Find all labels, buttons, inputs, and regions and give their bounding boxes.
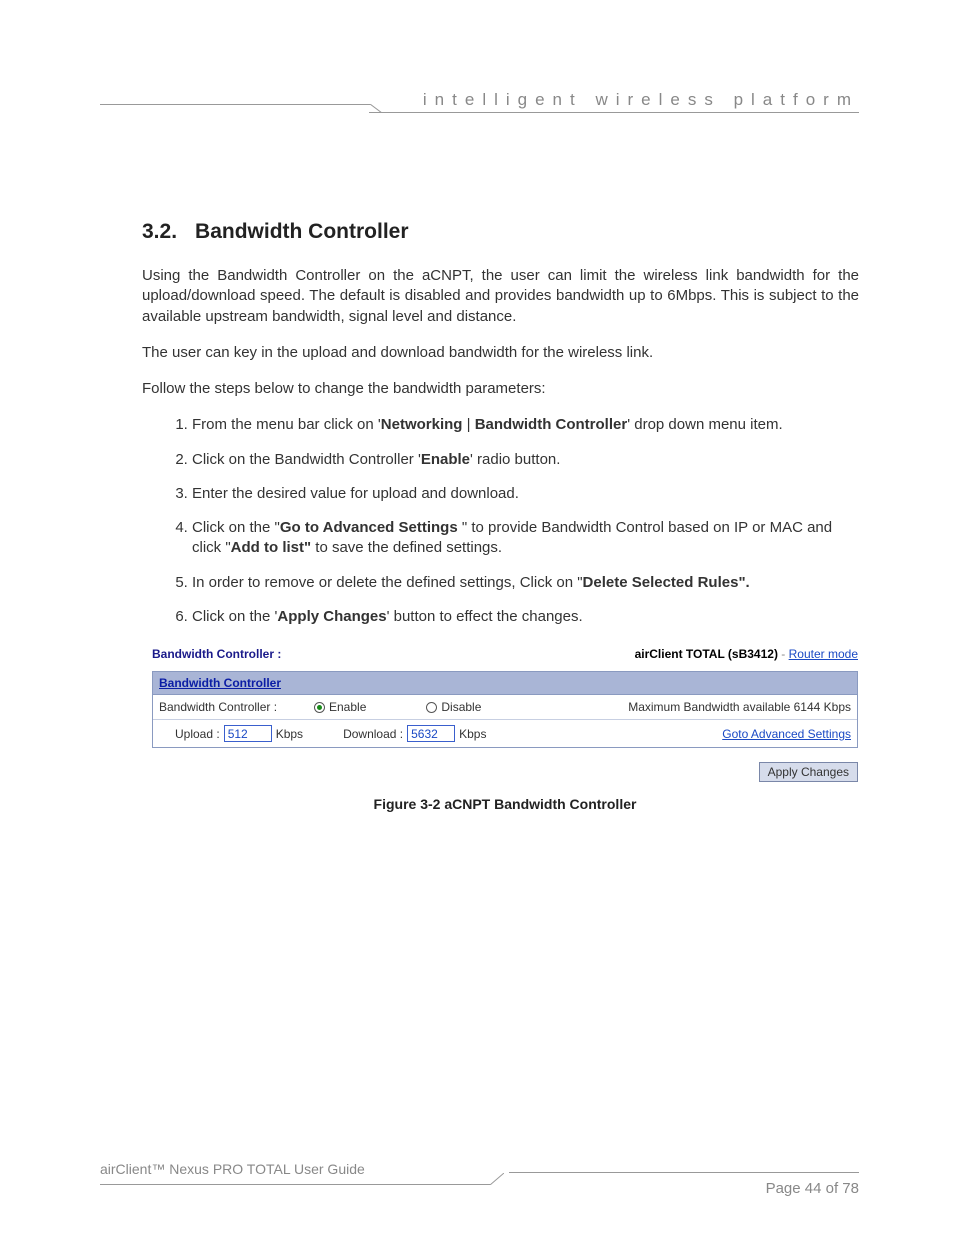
- footer-rule-left: [100, 1184, 490, 1185]
- upload-units: Kbps: [276, 727, 303, 741]
- steps-list: From the menu bar click on 'Networking |…: [192, 415, 859, 627]
- bandwidth-panel: Bandwidth Controller Bandwidth Controlle…: [152, 671, 858, 748]
- figure-device-info: airClient TOTAL (sB3412) - Router mode: [635, 647, 858, 661]
- page-footer: airClient™ Nexus PRO TOTAL User Guide Pa…: [100, 1161, 859, 1177]
- section-number: 3.2.: [142, 220, 177, 243]
- footer-guide-title: airClient™ Nexus PRO TOTAL User Guide: [100, 1161, 365, 1177]
- figure-top-bar: Bandwidth Controller : airClient TOTAL (…: [152, 647, 858, 661]
- radio-unselected-icon: [426, 702, 437, 713]
- figure-screenshot: Bandwidth Controller : airClient TOTAL (…: [152, 647, 858, 812]
- figure-caption: Figure 3-2 aCNPT Bandwidth Controller: [152, 796, 858, 812]
- enable-option[interactable]: Enable: [314, 700, 366, 714]
- advanced-settings-link[interactable]: Goto Advanced Settings: [722, 727, 851, 741]
- panel-heading: Bandwidth Controller: [153, 672, 857, 695]
- page-number: Page 44 of 78: [766, 1180, 859, 1197]
- section-title-text: Bandwidth Controller: [195, 220, 409, 243]
- upload-input[interactable]: 512: [224, 725, 272, 742]
- radio-selected-icon: [314, 702, 325, 713]
- controller-toggle-row: Bandwidth Controller : Enable Disable Ma…: [153, 695, 857, 720]
- separator-dash: -: [778, 647, 789, 661]
- router-mode-link[interactable]: Router mode: [789, 647, 858, 661]
- bandwidth-values-row: Upload : 512 Kbps Download : 5632 Kbps G…: [153, 720, 857, 747]
- header-tagline: intelligent wireless platform: [423, 90, 859, 110]
- controller-label: Bandwidth Controller :: [159, 700, 314, 714]
- download-input[interactable]: 5632: [407, 725, 455, 742]
- upload-label: Upload :: [175, 727, 220, 741]
- step-5: In order to remove or delete the defined…: [192, 573, 859, 593]
- download-label: Download :: [343, 727, 403, 741]
- step-1: From the menu bar click on 'Networking |…: [192, 415, 859, 435]
- content-area: 3.2. Bandwidth Controller Using the Bandw…: [100, 150, 859, 812]
- intro-paragraph-2: The user can key in the upload and downl…: [142, 343, 859, 363]
- apply-row: Apply Changes: [152, 762, 858, 782]
- figure-title: Bandwidth Controller :: [152, 647, 281, 661]
- step-3: Enter the desired value for upload and d…: [192, 484, 859, 504]
- disable-label: Disable: [441, 700, 481, 714]
- download-units: Kbps: [459, 727, 486, 741]
- footer-diagonal-icon: [490, 1173, 504, 1185]
- intro-paragraph-3: Follow the steps below to change the ban…: [142, 379, 859, 399]
- enable-label: Enable: [329, 700, 366, 714]
- footer-rule-right: [509, 1172, 859, 1173]
- header-rule-right: [369, 112, 859, 113]
- device-name: airClient TOTAL (sB3412): [635, 647, 778, 661]
- header-rule-left: [100, 104, 370, 105]
- step-6: Click on the 'Apply Changes' button to e…: [192, 607, 859, 627]
- apply-changes-button[interactable]: Apply Changes: [759, 762, 858, 782]
- step-2: Click on the Bandwidth Controller 'Enabl…: [192, 450, 859, 470]
- intro-paragraph-1: Using the Bandwidth Controller on the aC…: [142, 266, 859, 327]
- max-bandwidth-text: Maximum Bandwidth available 6144 Kbps: [628, 700, 851, 714]
- section-heading: 3.2. Bandwidth Controller: [142, 220, 859, 244]
- step-4: Click on the "Go to Advanced Settings " …: [192, 518, 859, 559]
- disable-option[interactable]: Disable: [426, 700, 481, 714]
